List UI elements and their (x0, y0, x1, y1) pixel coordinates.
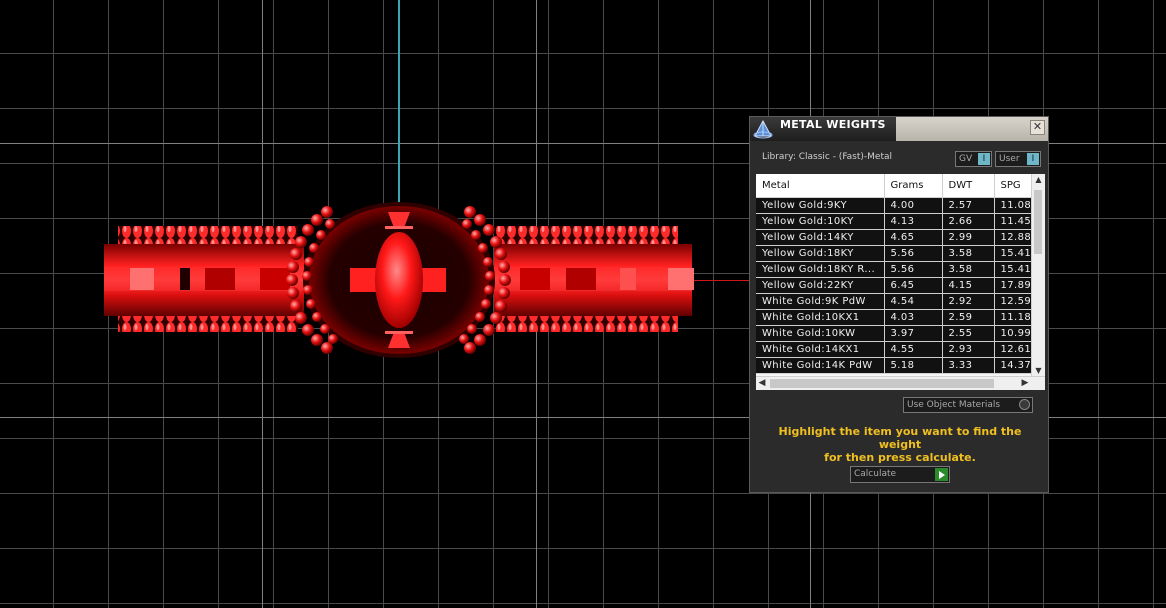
vertical-scrollbar[interactable]: ▲ ▼ (1031, 174, 1045, 377)
cell-spg: 11.18 (994, 309, 1033, 326)
cell-dwt: 3.58 (942, 261, 995, 278)
cell-grams: 4.55 (884, 341, 943, 358)
user-toggle[interactable]: User I (995, 151, 1041, 167)
use-object-materials-toggle[interactable]: Use Object Materials (903, 397, 1033, 413)
cell-grams: 3.97 (884, 325, 943, 342)
cell-metal: White Gold:14KX1 (756, 341, 885, 358)
toggle-knob-icon: I (1027, 153, 1039, 165)
table-row[interactable]: Yellow Gold:10KY 4.13 2.66 11.45 (756, 213, 1033, 230)
cell-dwt: 2.93 (942, 341, 995, 358)
cell-dwt: 2.66 (942, 213, 995, 230)
cell-metal: Yellow Gold:18KY (756, 245, 885, 262)
close-icon[interactable]: ✕ (1030, 120, 1045, 135)
cell-dwt: 2.92 (942, 293, 995, 310)
cell-dwt: 2.99 (942, 229, 995, 246)
play-icon[interactable] (935, 468, 948, 481)
column-header-dwt[interactable]: DWT (942, 174, 995, 198)
cell-grams: 5.18 (884, 357, 943, 374)
cell-metal: Yellow Gold:10KY (756, 213, 885, 230)
column-header-spg[interactable]: SPG (994, 174, 1033, 198)
metal-table-grid: Metal Grams DWT SPG Yellow Gold:9KY 4.00 2… (756, 174, 1033, 374)
scroll-right-icon[interactable]: ▶ (1019, 377, 1031, 390)
horizontal-scrollbar[interactable]: ◀ ▶ (756, 376, 1045, 390)
cell-grams: 5.56 (884, 245, 943, 262)
table-header-row: Metal Grams DWT SPG (756, 174, 1033, 198)
gv-toggle-label: GV (959, 154, 973, 164)
column-header-grams[interactable]: Grams (884, 174, 943, 198)
table-row[interactable]: White Gold:9K PdW 4.54 2.92 12.59 (756, 293, 1033, 310)
gv-toggle[interactable]: GV I (955, 151, 992, 167)
cell-spg: 12.88 (994, 229, 1033, 246)
instruction-line-1: Highlight the item you want to find the … (778, 425, 1022, 451)
column-header-metal[interactable]: Metal (756, 174, 885, 198)
table-row[interactable]: Yellow Gold:18KY 5.56 3.58 15.41 (756, 245, 1033, 262)
cell-grams: 5.56 (884, 261, 943, 278)
metal-table[interactable]: Metal Grams DWT SPG Yellow Gold:9KY 4.00 2… (756, 174, 1045, 390)
user-toggle-label: User (999, 154, 1020, 164)
cell-dwt: 3.33 (942, 357, 995, 374)
table-row[interactable]: White Gold:14K PdW 5.18 3.33 14.37 (756, 357, 1033, 374)
cell-grams: 4.13 (884, 213, 943, 230)
table-row[interactable]: White Gold:10KX1 4.03 2.59 11.18 (756, 309, 1033, 326)
cell-spg: 12.61 (994, 341, 1033, 358)
scrollbar-thumb[interactable] (770, 379, 994, 388)
calculate-label: Calculate (854, 469, 897, 479)
library-label: Library: Classic - (Fast)-Metal (762, 152, 893, 162)
pyramid-logo-icon (753, 119, 773, 139)
scroll-left-icon[interactable]: ◀ (756, 377, 768, 390)
table-row[interactable]: Yellow Gold:14KY 4.65 2.99 12.88 (756, 229, 1033, 246)
use-object-materials-label: Use Object Materials (907, 400, 1001, 410)
cell-grams: 4.03 (884, 309, 943, 326)
cell-spg: 17.89 (994, 277, 1033, 294)
instruction-line-2: for then press calculate. (824, 451, 976, 464)
cell-grams: 6.45 (884, 277, 943, 294)
cell-grams: 4.54 (884, 293, 943, 310)
cell-grams: 4.65 (884, 229, 943, 246)
table-row[interactable]: Yellow Gold:18KY R... 5.56 3.58 15.41 (756, 261, 1033, 278)
cell-spg: 10.99 (994, 325, 1033, 342)
cell-dwt: 3.58 (942, 245, 995, 262)
panel-title: METAL WEIGHTS (780, 118, 886, 131)
cell-dwt: 2.59 (942, 309, 995, 326)
cell-spg: 14.37 (994, 357, 1033, 374)
cell-metal: Yellow Gold:9KY (756, 197, 885, 214)
cell-metal: Yellow Gold:14KY (756, 229, 885, 246)
scrollbar-thumb[interactable] (1034, 190, 1042, 254)
table-row[interactable]: Yellow Gold:9KY 4.00 2.57 11.08 (756, 197, 1033, 214)
calculate-button[interactable]: Calculate (850, 466, 950, 483)
cell-metal: Yellow Gold:18KY R... (756, 261, 885, 278)
toggle-knob-icon: I (978, 153, 990, 165)
cell-spg: 15.41 (994, 245, 1033, 262)
cell-spg: 15.41 (994, 261, 1033, 278)
radio-circle-icon (1019, 399, 1030, 410)
cell-metal: Yellow Gold:22KY (756, 277, 885, 294)
cell-metal: White Gold:9K PdW (756, 293, 885, 310)
cell-metal: White Gold:10KW (756, 325, 885, 342)
cell-spg: 11.45 (994, 213, 1033, 230)
cell-metal: White Gold:10KX1 (756, 309, 885, 326)
table-row[interactable]: White Gold:10KW 3.97 2.55 10.99 (756, 325, 1033, 342)
cell-metal: White Gold:14K PdW (756, 357, 885, 374)
cell-dwt: 4.15 (942, 277, 995, 294)
cell-spg: 11.08 (994, 197, 1033, 214)
instruction-text: Highlight the item you want to find the … (760, 425, 1040, 464)
cell-dwt: 2.57 (942, 197, 995, 214)
cell-grams: 4.00 (884, 197, 943, 214)
table-row[interactable]: Yellow Gold:22KY 6.45 4.15 17.89 (756, 277, 1033, 294)
table-row[interactable]: White Gold:14KX1 4.55 2.93 12.61 (756, 341, 1033, 358)
metal-weights-panel: METAL WEIGHTS ✕ Library: Classic - (Fast… (749, 116, 1049, 493)
panel-title-bar[interactable]: METAL WEIGHTS ✕ (750, 117, 1048, 141)
cell-dwt: 2.55 (942, 325, 995, 342)
cell-spg: 12.59 (994, 293, 1033, 310)
scroll-up-icon[interactable]: ▲ (1032, 174, 1045, 186)
